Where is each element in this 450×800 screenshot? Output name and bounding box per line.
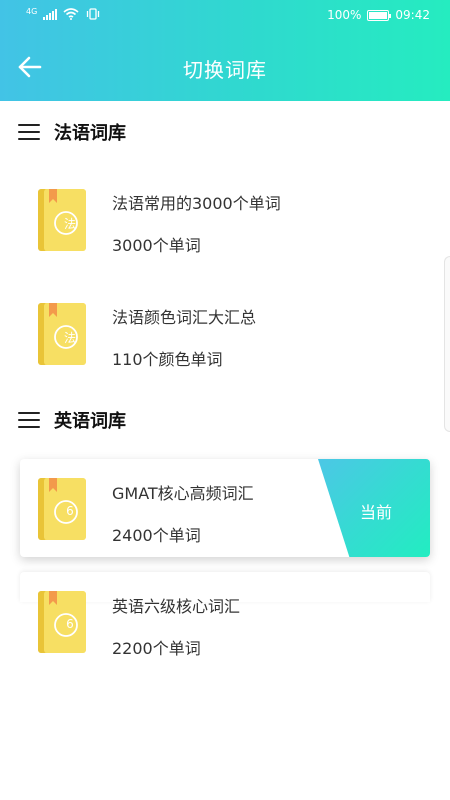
section-header-english: 英语词库 xyxy=(18,405,126,435)
book-word-count: 2400个单词 xyxy=(112,526,201,545)
book-badge: 6 xyxy=(66,617,74,631)
book-item-gmat[interactable]: 6 GMAT核心高频词汇 2400个单词 当前 xyxy=(20,459,430,557)
book-badge: 6 xyxy=(66,504,74,518)
wifi-icon xyxy=(63,8,79,20)
book-badge: 法 xyxy=(63,217,76,231)
edge-scroll-handle[interactable] xyxy=(444,256,450,432)
book-title: 英语六级核心词汇 xyxy=(112,597,241,616)
book-word-count: 110个颜色单词 xyxy=(112,350,223,369)
menu-icon xyxy=(18,124,40,140)
menu-icon xyxy=(18,412,40,428)
battery-icon xyxy=(367,9,392,21)
book-item-french-3000[interactable]: 法 法语常用的3000个单词 3000个单词 xyxy=(20,160,430,258)
signal-icon xyxy=(43,8,58,20)
status-left: 4G xyxy=(26,6,101,20)
book-word-count: 2200个单词 xyxy=(112,639,201,658)
status-right: 100% 09:42 xyxy=(327,8,430,22)
book-word-count: 3000个单词 xyxy=(112,236,201,255)
book-item-french-colors[interactable]: 法 法语颜色词汇大汇总 110个颜色单词 xyxy=(20,274,430,372)
vibrate-icon xyxy=(87,8,100,20)
book-item-cet6[interactable]: 6 英语六级核心词汇 2200个单词 xyxy=(20,572,430,682)
status-bar: 4G 100% 09:42 xyxy=(0,0,450,30)
current-label: 当前 xyxy=(359,503,392,522)
book-title: 法语常用的3000个单词 xyxy=(112,194,281,213)
header-bar: 4G 100% 09:42 切换词库 xyxy=(0,0,450,101)
section-header-french: 法语词库 xyxy=(18,117,126,147)
nav-bar: 切换词库 xyxy=(0,44,450,90)
clock: 09:42 xyxy=(395,8,430,22)
book-badge: 法 xyxy=(63,331,76,345)
battery-percent: 100% xyxy=(327,8,362,22)
page-title: 切换词库 xyxy=(183,58,267,82)
book-title: GMAT核心高频词汇 xyxy=(112,484,254,503)
book-title: 法语颜色词汇大汇总 xyxy=(112,308,257,327)
section-title: 法语词库 xyxy=(54,123,126,144)
section-title: 英语词库 xyxy=(54,411,126,432)
network-type: 4G xyxy=(26,6,38,16)
